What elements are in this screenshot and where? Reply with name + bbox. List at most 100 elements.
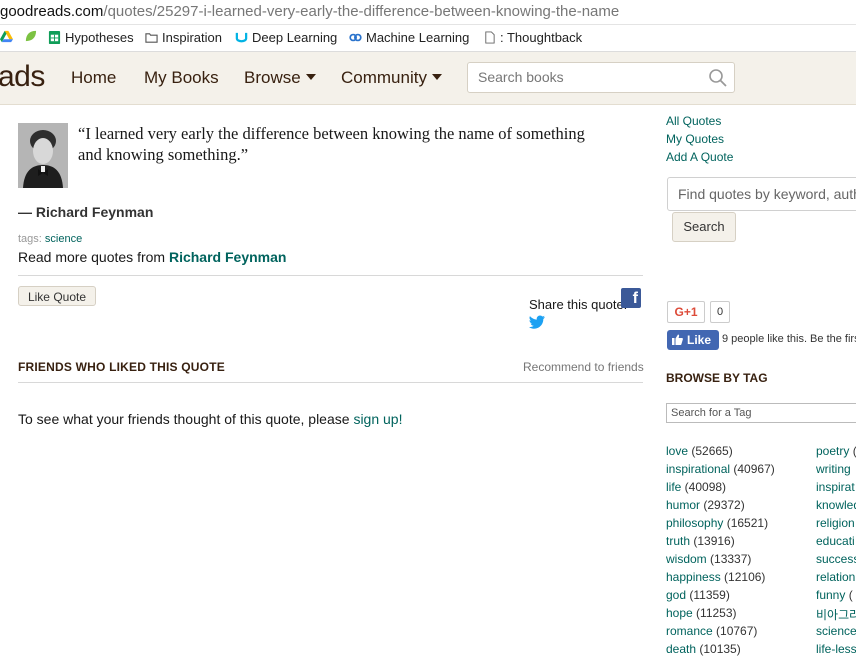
tag-link[interactable]: love	[666, 444, 688, 458]
facebook-share-icon[interactable]: f	[621, 288, 641, 308]
quote-search-button[interactable]: Search	[672, 212, 736, 242]
tag-link[interactable]: wisdom	[666, 552, 707, 566]
quote-text: “I learned very early the difference bet…	[78, 123, 638, 165]
quote-line-2: and knowing something.”	[78, 145, 249, 164]
goodreads-logo[interactable]: ads	[0, 60, 45, 94]
twitter-share-icon[interactable]	[529, 315, 545, 329]
like-quote-button[interactable]: Like Quote	[18, 286, 96, 306]
recommend-to-friends-link[interactable]: Recommend to friends	[523, 360, 644, 374]
google-plus-count: 0	[710, 301, 730, 323]
tag-list-item: funny (	[816, 588, 853, 602]
tag-list-item: love (52665)	[666, 444, 733, 458]
bookmark-label: : Thoughtback	[500, 30, 583, 45]
tag-link[interactable]: 비아그라	[816, 608, 856, 622]
tag-link[interactable]: educati	[816, 534, 855, 548]
tag-count: (	[849, 444, 856, 458]
tag-link[interactable]: philosophy	[666, 516, 723, 530]
tag-count: (29372)	[700, 498, 745, 512]
friends-message-text: To see what your friends thought of this…	[18, 411, 350, 427]
tag-link[interactable]: science	[816, 624, 856, 638]
facebook-like-button[interactable]: Like	[667, 330, 719, 350]
bookmark-hypotheses[interactable]: Hypotheses	[48, 30, 134, 45]
tag-link[interactable]: religion	[816, 516, 855, 530]
tag-search-input[interactable]	[669, 406, 856, 420]
bookmark-inspiration[interactable]: Inspiration	[145, 30, 222, 45]
tag-count: (12106)	[720, 570, 766, 584]
bookmark-label: Deep Learning	[252, 30, 338, 45]
tag-count: (13337)	[706, 552, 752, 566]
author-dash: ―	[18, 204, 32, 220]
tag-list-item: writing	[816, 462, 851, 476]
coursera-icon	[349, 33, 362, 42]
tag-list-item: truth (13916)	[666, 534, 735, 548]
tag-link[interactable]: knowled	[816, 498, 856, 512]
tag-link[interactable]: life	[666, 480, 681, 494]
divider	[18, 382, 643, 383]
sheets-icon	[48, 31, 61, 44]
bookmark-machine-learning[interactable]: Machine Learning	[349, 30, 469, 45]
my-quotes-link[interactable]: My Quotes	[666, 132, 724, 146]
google-plus-button[interactable]: G+1	[667, 301, 705, 323]
tag-link[interactable]: inspirat	[816, 480, 855, 494]
tag-link[interactable]: poetry	[816, 444, 849, 458]
tag-link[interactable]: truth	[666, 534, 690, 548]
chevron-down-icon	[431, 74, 442, 80]
tag-link[interactable]: hope	[666, 606, 693, 620]
quote-search-input[interactable]	[676, 185, 856, 203]
thumbs-up-icon	[672, 334, 683, 345]
tag-count: (52665)	[688, 444, 733, 458]
tag-list-item: religion	[816, 516, 855, 530]
read-more-author-link[interactable]: Richard Feynman	[169, 249, 286, 265]
tag-link[interactable]: romance	[666, 624, 713, 638]
tag-link[interactable]: relation	[816, 570, 855, 584]
tag-link-science[interactable]: science	[45, 233, 82, 245]
tag-link[interactable]: writing	[816, 462, 851, 476]
tag-list-item: life-less	[816, 642, 856, 656]
add-quote-link[interactable]: Add A Quote	[666, 150, 733, 164]
tag-link[interactable]: humor	[666, 498, 700, 512]
url-path: /quotes/25297-i-learned-very-early-the-d…	[103, 3, 620, 20]
author-portrait-image	[18, 123, 68, 188]
bookmarks-bar: Hypotheses Inspiration Deep Learning Mac…	[0, 25, 856, 52]
tag-list-item: inspirat	[816, 480, 855, 494]
nav-browse-label: Browse	[244, 68, 301, 87]
tag-link[interactable]: life-less	[816, 642, 856, 656]
search-icon[interactable]	[708, 68, 728, 88]
tag-list-item: inspirational (40967)	[666, 462, 775, 476]
tag-link[interactable]: success	[816, 552, 856, 566]
tags-label: tags:	[18, 233, 42, 245]
quote-search-box	[667, 177, 856, 211]
address-bar[interactable]: goodreads.com/quotes/25297-i-learned-ver…	[0, 0, 856, 25]
tag-count: (	[845, 588, 853, 602]
quote-author: ― Richard Feynman	[18, 204, 153, 220]
nav-community[interactable]: Community	[341, 68, 442, 88]
author-photo[interactable]	[18, 123, 68, 188]
nav-browse[interactable]: Browse	[244, 68, 316, 88]
quote-line-1: “I learned very early the difference bet…	[78, 124, 585, 143]
author-name[interactable]: Richard Feynman	[36, 204, 153, 220]
tag-link[interactable]: god	[666, 588, 686, 602]
tag-list-item: knowled	[816, 498, 856, 512]
sign-up-link[interactable]: sign up!	[353, 411, 402, 427]
tag-list-item: happiness (12106)	[666, 570, 765, 584]
bookmark-thoughtback[interactable]: : Thoughtback	[483, 30, 582, 45]
all-quotes-link[interactable]: All Quotes	[666, 114, 721, 128]
tag-link[interactable]: happiness	[666, 570, 721, 584]
drive-bookmark[interactable]	[0, 30, 13, 43]
evernote-bookmark[interactable]	[24, 30, 37, 43]
friends-message: To see what your friends thought of this…	[18, 411, 402, 427]
tag-link[interactable]: death	[666, 642, 696, 656]
tag-list-item: poetry (	[816, 444, 856, 458]
nav-home[interactable]: Home	[71, 68, 116, 88]
tag-list-item: success	[816, 552, 856, 566]
tag-list-item: science	[816, 624, 856, 638]
tag-link[interactable]: funny	[816, 588, 845, 602]
url-text[interactable]: goodreads.com/quotes/25297-i-learned-ver…	[0, 3, 619, 20]
nav-my-books[interactable]: My Books	[144, 68, 219, 88]
tag-count: (40098)	[681, 480, 727, 494]
bookmark-label: Machine Learning	[366, 30, 470, 45]
bookmark-deep-learning[interactable]: Deep Learning	[235, 30, 337, 45]
tag-link[interactable]: inspirational	[666, 462, 730, 476]
book-search-input[interactable]	[476, 68, 700, 86]
url-host: goodreads.com	[0, 3, 104, 20]
